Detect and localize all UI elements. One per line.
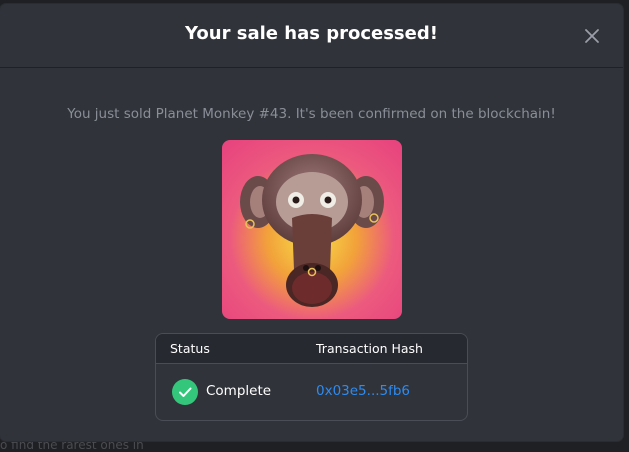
table-header: Status Transaction Hash — [156, 334, 467, 364]
status-value: Complete — [206, 383, 272, 399]
header-status: Status — [170, 341, 210, 356]
nft-image — [222, 140, 402, 319]
transaction-table: Status Transaction Hash Complete 0x03e5.… — [155, 333, 468, 421]
close-button[interactable] — [583, 27, 601, 45]
table-row: Complete 0x03e5...5fb6 — [156, 364, 467, 420]
transaction-hash-link[interactable]: 0x03e5...5fb6 — [316, 383, 410, 399]
close-icon — [585, 29, 599, 43]
sale-message: You just sold Planet Monkey #43. It's be… — [67, 106, 556, 122]
modal-header: Your sale has processed! — [0, 4, 623, 68]
sale-confirmation-modal: Your sale has processed! You just sold P… — [0, 4, 623, 441]
monkey-artwork-icon — [222, 140, 402, 319]
header-transaction-hash: Transaction Hash — [316, 341, 423, 356]
check-circle-icon — [172, 379, 198, 405]
modal-title: Your sale has processed! — [185, 23, 438, 44]
